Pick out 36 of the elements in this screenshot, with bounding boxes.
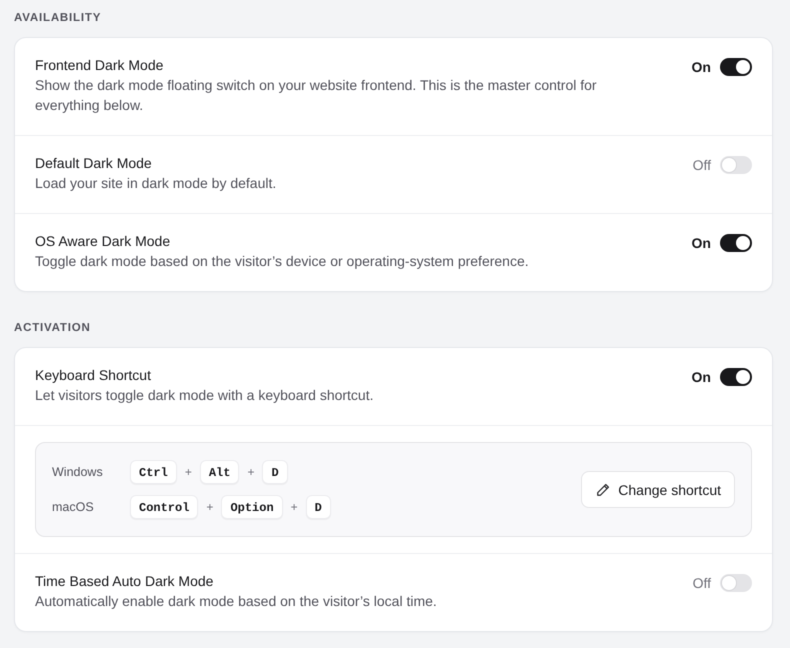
setting-description: Automatically enable dark mode based on the visitor’s local time. <box>35 592 438 611</box>
section-heading: AVAILABILITY <box>14 11 102 26</box>
platform-label: Windows <box>52 465 104 479</box>
key-cap: Alt <box>200 460 240 484</box>
key-cap: D <box>306 495 331 519</box>
toggle-state-label: On <box>692 58 711 76</box>
key-cap: Option <box>221 495 283 519</box>
toggle-switch[interactable] <box>720 368 752 386</box>
platform-label: macOS <box>52 500 95 514</box>
plus-sign: + <box>290 500 298 514</box>
toggle-state-label: On <box>692 368 711 386</box>
pencil-icon <box>596 482 610 496</box>
section-heading: ACTIVATION <box>14 321 92 336</box>
setting-description: Load your site in dark mode by default. <box>35 174 278 193</box>
plus-sign: + <box>184 465 192 479</box>
toggle-switch[interactable] <box>720 234 752 252</box>
toggle-state-label: Off <box>692 156 711 174</box>
setting-description: Let visitors toggle dark mode with a keyboard shortcut. <box>35 386 375 405</box>
toggle-switch[interactable] <box>720 574 752 592</box>
key-cap: Ctrl <box>130 460 177 484</box>
toggle-switch[interactable] <box>720 156 752 174</box>
setting-title: Keyboard Shortcut <box>35 366 152 385</box>
setting-title: OS Aware Dark Mode <box>35 232 172 251</box>
change-shortcut-button[interactable]: Change shortcut <box>581 471 735 508</box>
plus-sign: + <box>247 465 254 479</box>
setting-description: Toggle dark mode based on the visitor’s device or operating-system preference. <box>35 252 530 271</box>
plus-sign: + <box>206 500 214 514</box>
toggle-switch[interactable] <box>720 58 752 76</box>
setting-title: Time Based Auto Dark Mode <box>35 572 214 591</box>
toggle-state-label: On <box>692 234 711 252</box>
key-cap: D <box>262 460 288 484</box>
setting-title: Default Dark Mode <box>35 154 153 173</box>
setting-title: Frontend Dark Mode <box>35 56 164 75</box>
setting-description: Show the dark mode floating switch on your website frontend. This is the master control for everything below. <box>35 76 598 115</box>
key-cap: Control <box>130 495 198 519</box>
toggle-state-label: Off <box>692 574 711 592</box>
